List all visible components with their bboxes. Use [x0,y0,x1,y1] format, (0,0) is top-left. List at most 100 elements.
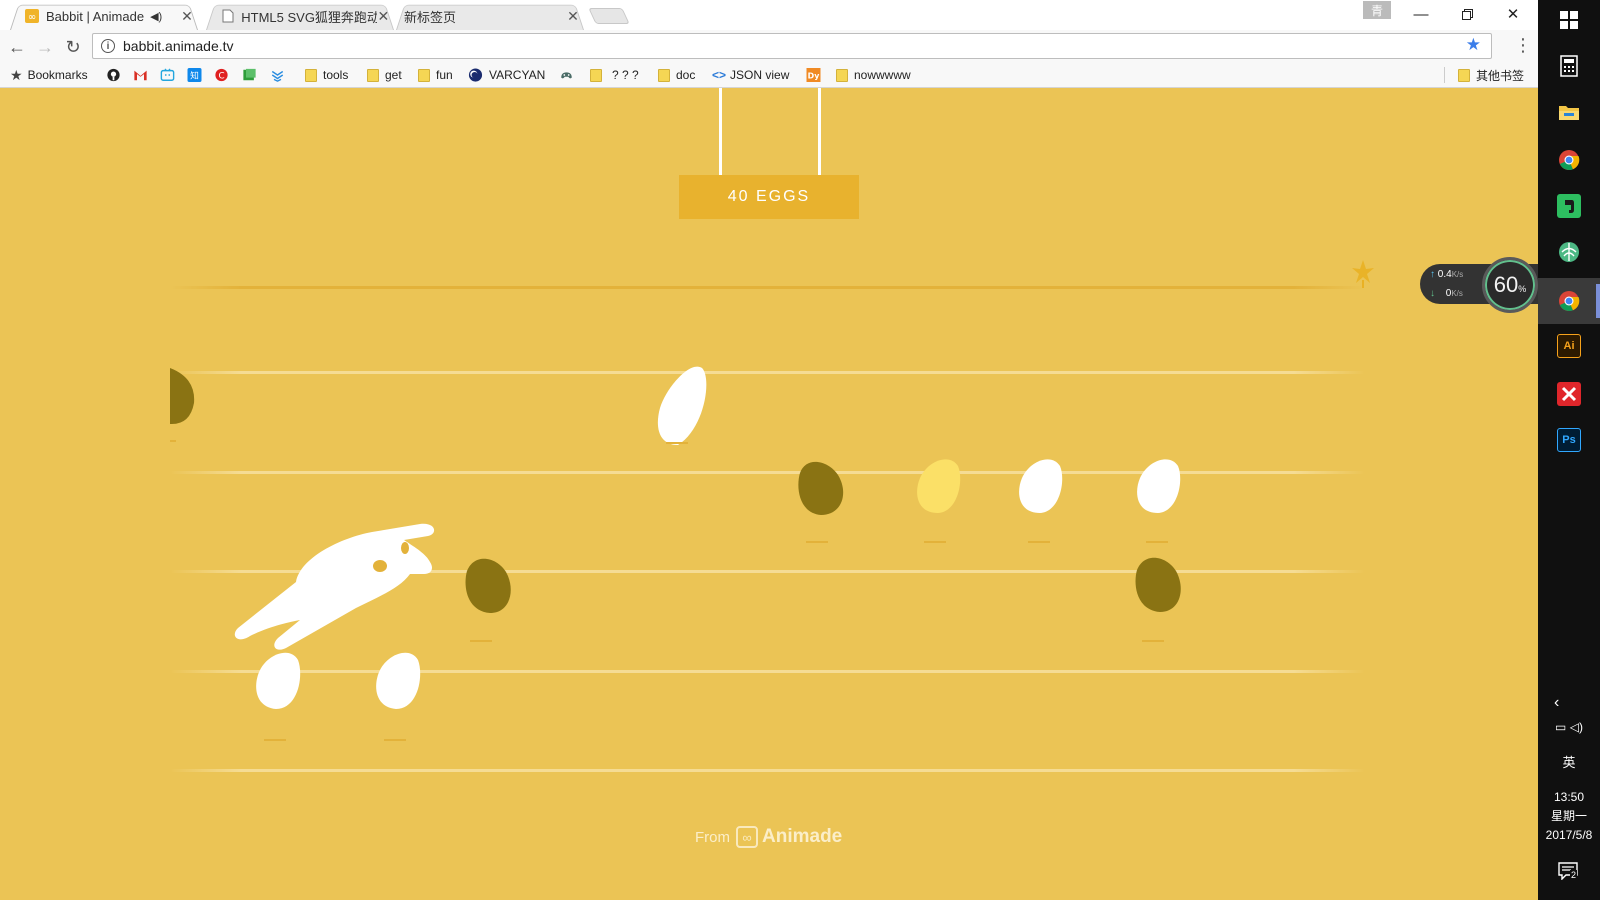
sparkle-icon [1352,260,1374,288]
back-button[interactable]: ← [6,36,28,58]
upload-speed: ↑ 0.4K/s [1430,269,1464,280]
clock-time: 13:50 [1553,790,1585,804]
game-stage[interactable] [0,88,1538,900]
show-hidden-icons[interactable]: ‹ [1538,694,1600,712]
folder-icon [1458,68,1470,82]
bookmark-folder-tools[interactable]: tools [305,67,348,83]
arrow-down-icon: ↓ [1430,288,1435,299]
input-method-indicator[interactable]: 英 [1538,752,1600,771]
windows-taskbar: Ai Ps ‹ ▭ ◁) 英 13:50 星期一 2017/5/8 2 [1538,0,1600,900]
bookmark-label: tools [323,68,349,82]
running-indicator [1596,284,1600,318]
game-page[interactable]: 40 EGGS From ∞ Animade [0,88,1538,900]
bookmark-label: doc [676,68,696,82]
github-icon [107,68,120,82]
close-tab-icon[interactable]: ✕ [377,8,390,24]
page-icon [220,8,235,24]
tab-new-tab[interactable]: 新标签页 ✕ [390,2,590,30]
bookmark-other[interactable]: 其他书签 [1458,67,1524,83]
bookmark-red-app[interactable]: C [214,67,235,83]
dark-egg [170,368,195,442]
rabbit-character [234,523,435,650]
notification-count: 2 [1570,870,1578,880]
bookmark-label: nowwwww [854,68,911,82]
toolbar: ← → ↻ i babbit.animade.tv ★ ⋮ [0,30,1538,62]
windows-start-icon[interactable] [1557,8,1581,32]
new-tab-button[interactable] [588,8,630,24]
address-bar[interactable]: i babbit.animade.tv ★ [92,33,1492,59]
info-icon[interactable]: i [101,39,115,53]
chrome-icon[interactable] [1557,148,1581,172]
red-app-icon: C [215,68,228,82]
bookmark-label: fun [436,68,453,82]
bookmark-gamepad[interactable] [559,67,580,83]
close-window-button[interactable]: ✕ [1490,0,1536,28]
bookmark-json-view[interactable]: <> JSON view [712,67,789,83]
evernote-icon[interactable] [1557,194,1581,218]
white-egg [1137,459,1181,543]
bookmark-gmail[interactable] [133,67,154,83]
reload-button[interactable]: ↻ [62,36,84,58]
bookmark-bookmarks[interactable]: ★ Bookmarks [10,67,88,83]
gmail-icon [134,70,147,81]
bookmark-github[interactable] [106,67,127,83]
bookmark-bilibili[interactable] [160,67,181,83]
bookmark-varcyan[interactable]: VARCYAN [468,67,545,83]
bookmark-folder-nowwwww[interactable]: nowwwww [836,67,911,83]
green-app-icon [243,68,256,81]
tab-title: 新标签页 [404,9,457,25]
bookmarks-bar: ★ Bookmarks 知 C tools get fun VARCYAN ? … [0,62,1538,88]
bookmark-blue-app[interactable] [270,67,291,83]
folder-icon [590,68,602,82]
bookmark-label: VARCYAN [489,68,546,82]
white-egg [1019,459,1063,543]
xmind-icon[interactable] [1557,382,1581,406]
calculator-icon[interactable] [1557,54,1581,78]
tab-title: HTML5 SVG狐狸奔跑动 [241,9,377,25]
bookmarks-divider [1444,67,1445,83]
dark-egg [465,558,511,642]
illustrator-icon[interactable]: Ai [1557,334,1581,358]
bookmark-folder-doc[interactable]: doc [658,67,695,83]
animade-logo-icon: ∞ [736,826,758,848]
system-clock[interactable]: 13:50 星期一 2017/5/8 [1538,788,1600,845]
bookmark-folder-get[interactable]: get [367,67,402,83]
photoshop-icon[interactable]: Ps [1557,428,1581,452]
footer-brand[interactable]: Animade [762,826,842,848]
bookmark-zhihu[interactable]: 知 [187,67,208,83]
speaker-icon[interactable]: ◀) [150,10,162,23]
restore-button[interactable] [1444,0,1490,28]
usage-gauge: 60% [1482,257,1538,313]
url-text: babbit.animade.tv [123,38,234,54]
bilibili-icon [160,68,175,81]
chrome-icon[interactable] [1557,289,1581,313]
tab-strip: ∞ Babbit | Animade ◀) ✕ HTML5 SVG狐狸奔跑动 ✕… [0,0,1538,30]
bookmark-folder-fun[interactable]: fun [418,67,453,83]
menu-icon[interactable]: ⋮ [1514,36,1532,54]
bookmark-star-icon[interactable]: ★ [1466,35,1481,55]
close-tab-icon[interactable]: ✕ [566,8,580,24]
svg-text:∞: ∞ [28,12,36,23]
folder-icon [367,68,379,82]
tab-html5-svg[interactable]: HTML5 SVG狐狸奔跑动 ✕ [200,2,400,30]
file-explorer-icon[interactable] [1557,100,1581,124]
white-egg [256,652,301,741]
gold-egg [917,459,961,543]
gamepad-icon [561,72,572,79]
footer-credit[interactable]: From ∞ Animade [695,826,842,848]
network-app-icon[interactable] [1557,240,1581,264]
blue-app-icon [271,70,284,82]
bookmark-green-app[interactable] [242,67,263,83]
minimize-button[interactable]: — [1398,0,1444,28]
profile-badge[interactable]: 青 [1363,1,1391,19]
tab-babbit[interactable]: ∞ Babbit | Animade ◀) ✕ [4,2,204,30]
bookmark-folder-unknown[interactable]: ? ? ? [590,67,639,83]
close-tab-icon[interactable]: ✕ [180,8,194,24]
star-icon: ★ [10,66,23,83]
clock-weekday: 星期一 [1550,809,1587,823]
dark-egg [1135,557,1181,642]
forward-button[interactable]: → [34,36,56,58]
action-center-button[interactable]: 2 [1558,862,1582,886]
battery-volume-icons[interactable]: ▭ ◁) [1538,720,1600,734]
bookmark-dy[interactable]: Dy [806,67,827,83]
